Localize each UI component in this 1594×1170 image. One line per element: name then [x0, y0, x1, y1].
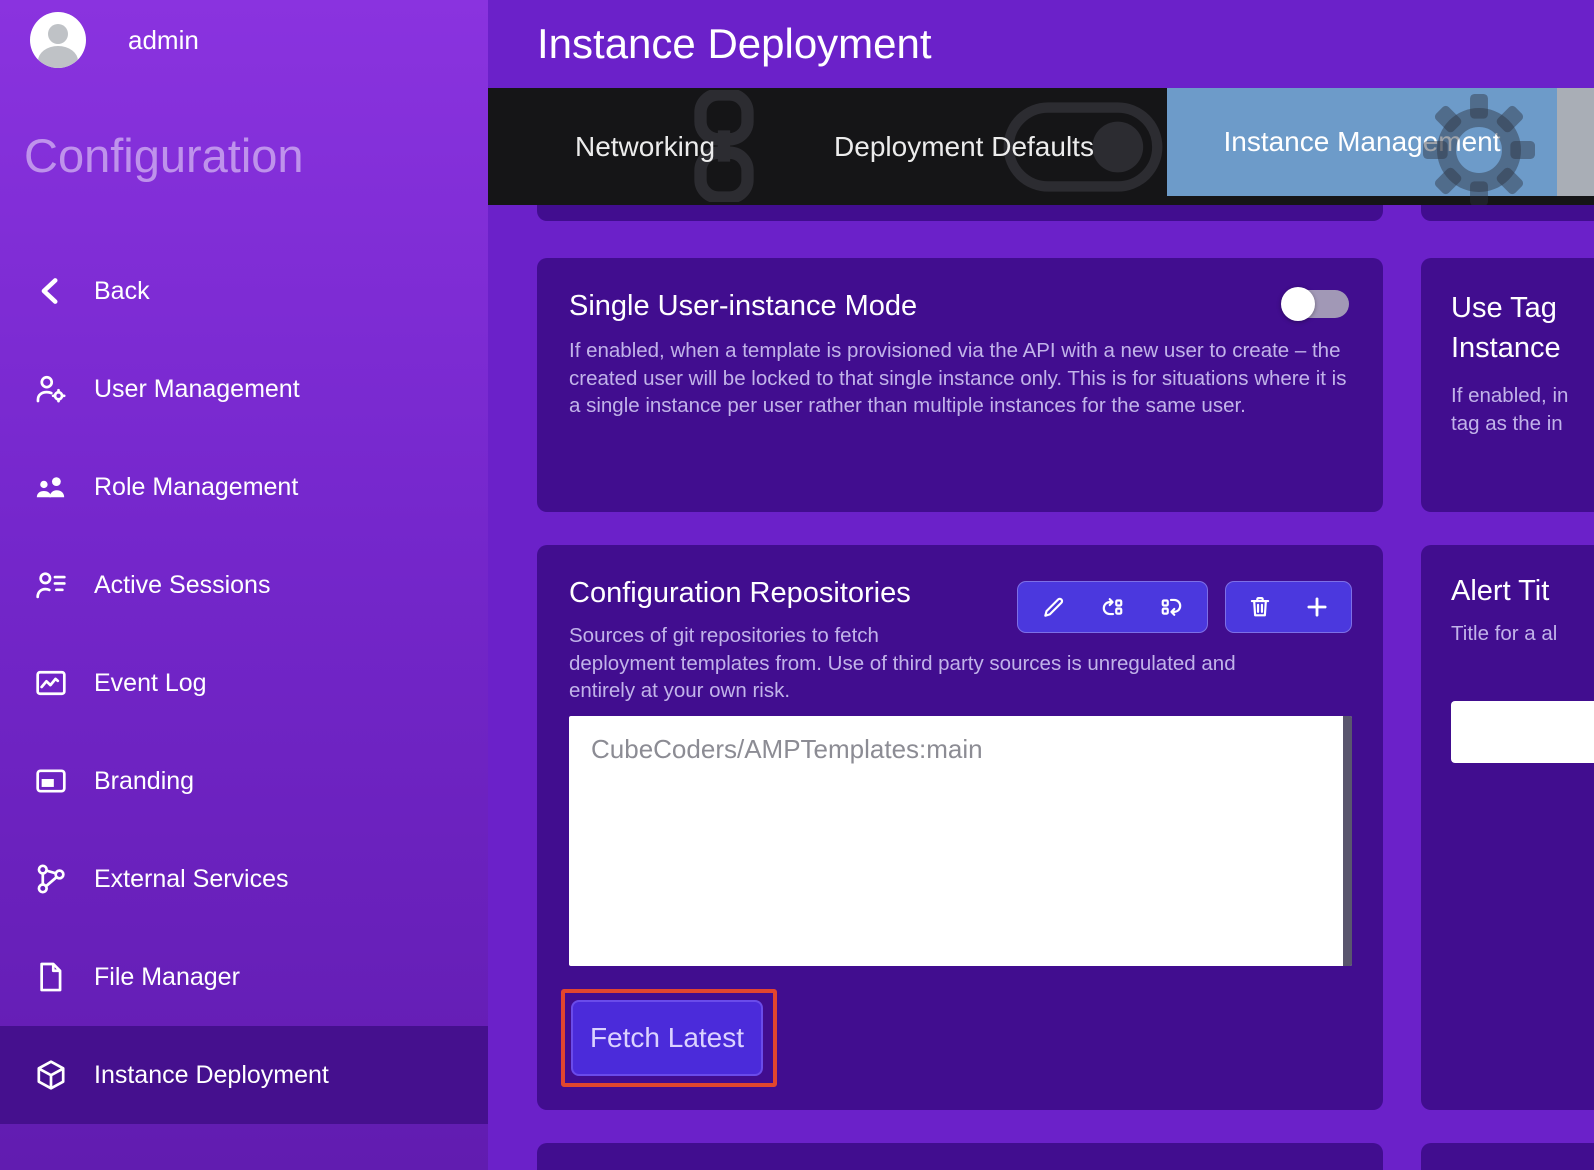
nodes-icon — [34, 862, 68, 896]
sidebar-item-back[interactable]: Back — [0, 242, 488, 340]
page-title: Instance Deployment — [537, 0, 932, 88]
sidebar: admin Configuration Back User Management — [0, 0, 488, 1170]
gear-icon — [1423, 94, 1535, 205]
card-alert-title: Alert Tit Title for a al — [1421, 545, 1594, 1110]
trash-icon — [1247, 594, 1273, 620]
pull-repo-icon — [1100, 594, 1126, 620]
avatar-person-icon — [48, 24, 68, 44]
add-button[interactable] — [1294, 584, 1340, 630]
user-row: admin — [30, 12, 199, 68]
card-sliver-bottom-right — [1421, 1143, 1594, 1170]
plus-icon — [1304, 594, 1330, 620]
user-gear-icon — [34, 372, 68, 406]
repository-listbox[interactable]: CubeCoders/AMPTemplates:main — [569, 716, 1352, 966]
sidebar-nav: Back User Management Role Management — [0, 242, 488, 1124]
chart-icon — [34, 666, 68, 700]
sidebar-item-label: Event Log — [94, 669, 207, 698]
sidebar-item-role-management[interactable]: Role Management — [0, 438, 488, 536]
card-description: If enabled, in tag as the in — [1451, 382, 1594, 437]
chevron-left-icon — [34, 274, 68, 308]
card-use-tag: Use Tag Instance If enabled, in tag as t… — [1421, 258, 1594, 512]
username: admin — [128, 25, 199, 56]
avatar — [30, 12, 86, 68]
repo-toolbar-group — [1017, 581, 1208, 633]
sidebar-item-instance-deployment[interactable]: Instance Deployment — [0, 1026, 488, 1124]
toggle-knob — [1281, 287, 1315, 321]
sidebar-item-event-log[interactable]: Event Log — [0, 634, 488, 732]
tab-deployment-defaults[interactable]: Deployment Defaults — [802, 88, 1126, 205]
image-icon — [34, 764, 68, 798]
card-title: Alert Tit — [1451, 575, 1594, 608]
sidebar-item-label: Active Sessions — [94, 571, 270, 600]
card-title: Single User-instance Mode — [569, 290, 1351, 323]
sidebar-item-active-sessions[interactable]: Active Sessions — [0, 536, 488, 634]
sidebar-item-external-services[interactable]: External Services — [0, 830, 488, 928]
sidebar-item-branding[interactable]: Branding — [0, 732, 488, 830]
update-repo-button[interactable] — [1148, 584, 1194, 630]
cube-icon — [34, 1058, 68, 1092]
card-description: Sources of git repositories to fetch dep… — [569, 622, 1351, 705]
card-sliver-bottom-left — [537, 1143, 1383, 1170]
card-description: If enabled, when a template is provision… — [569, 337, 1355, 420]
tabbar-strip — [1557, 88, 1594, 196]
card-configuration-repositories: Configuration Repositories — [537, 545, 1383, 1110]
update-repo-icon — [1158, 594, 1184, 620]
tab-networking[interactable]: Networking — [488, 88, 802, 205]
sidebar-item-label: User Management — [94, 375, 300, 404]
scrollbar[interactable] — [1343, 716, 1352, 966]
sidebar-item-label: Instance Deployment — [94, 1061, 329, 1090]
delete-button[interactable] — [1237, 584, 1283, 630]
card-sliver-top-left — [537, 205, 1383, 221]
sidebar-item-label: File Manager — [94, 963, 240, 992]
card-title: Use Tag Instance — [1451, 288, 1594, 368]
app-window: admin Configuration Back User Management — [0, 0, 1594, 1170]
user-list-icon — [34, 568, 68, 602]
edit-button[interactable] — [1031, 584, 1077, 630]
fetch-latest-button[interactable]: Fetch Latest — [571, 1000, 763, 1076]
pencil-icon — [1041, 594, 1067, 620]
sidebar-item-label: Branding — [94, 767, 194, 796]
repo-toolbar-group-2 — [1225, 581, 1352, 633]
card-description: Title for a al — [1451, 620, 1594, 648]
sidebar-title: Configuration — [24, 128, 304, 183]
single-user-mode-toggle[interactable] — [1281, 287, 1351, 321]
tab-bar: Networking Deployment Defaults Instance … — [488, 88, 1594, 205]
card-sliver-top-right — [1421, 205, 1594, 221]
sidebar-item-label: Back — [94, 277, 150, 306]
file-icon — [34, 960, 68, 994]
alert-title-input[interactable] — [1451, 701, 1594, 763]
sidebar-item-user-management[interactable]: User Management — [0, 340, 488, 438]
repository-entry[interactable]: CubeCoders/AMPTemplates:main — [569, 716, 1352, 783]
sidebar-item-file-manager[interactable]: File Manager — [0, 928, 488, 1026]
pull-repo-button[interactable] — [1090, 584, 1136, 630]
card-single-user-instance-mode: Single User-instance Mode If enabled, wh… — [537, 258, 1383, 512]
sidebar-item-label: External Services — [94, 865, 289, 894]
users-icon — [34, 470, 68, 504]
sidebar-item-label: Role Management — [94, 473, 298, 502]
